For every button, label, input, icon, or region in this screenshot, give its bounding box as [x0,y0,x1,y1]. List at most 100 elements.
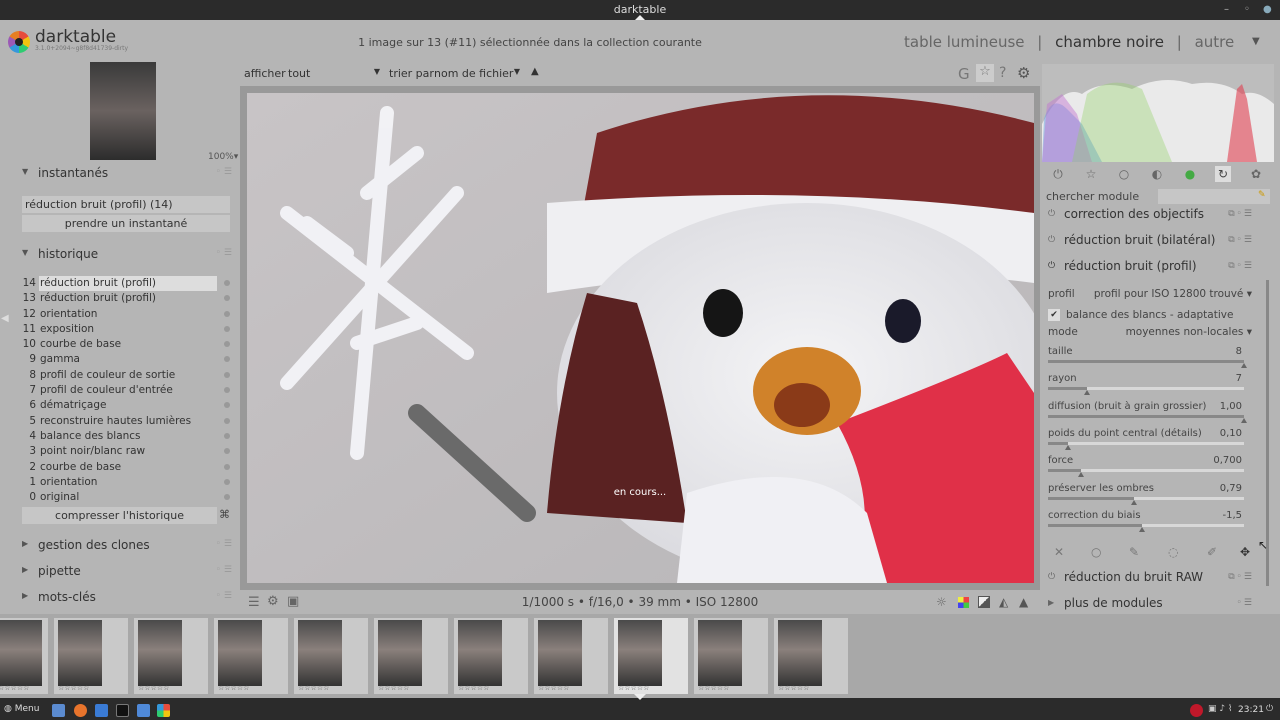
module-search-input[interactable] [1158,189,1270,204]
power-menu-icon[interactable]: ⏻ [1266,704,1273,714]
zoom-level[interactable]: 100%▾ [208,152,238,162]
filmstrip-thumbnail[interactable]: ☆☆☆☆☆ [774,618,848,694]
filmstrip-thumbnail[interactable]: ☆☆☆☆☆ [294,618,368,694]
histogram[interactable] [1042,64,1274,162]
star-rating-icon[interactable]: ☆☆☆☆☆ [138,684,169,692]
power-icon[interactable]: ⏻ [1048,209,1055,219]
history-item[interactable]: 8 profil de couleur de sortie [22,368,232,383]
tone-group-icon[interactable]: ◐ [1149,166,1165,182]
presets-icon[interactable]: ⚙ [267,594,279,609]
module-actions-icons[interactable]: ◦☰ [1237,598,1254,608]
history-item[interactable]: 11 exposition [22,322,232,337]
history-item[interactable]: 2 courbe de base [22,460,232,475]
section-reset-icon[interactable]: ◦ ☰ [216,591,232,601]
star-rating-icon[interactable]: ☆☆☆☆☆ [378,684,409,692]
power-icon[interactable]: ⏻ [1048,261,1055,271]
filmstrip-thumbnail[interactable]: ☆☆☆☆☆ [134,618,208,694]
gamut-check-icon[interactable]: ◭ [999,595,1008,609]
filmstrip-thumbnail[interactable]: ☆☆☆☆☆ [694,618,768,694]
slider-marker-icon[interactable] [1241,417,1247,423]
param-slider[interactable]: diffusion (bruit à grain grossier) 1,00 [1048,401,1247,427]
second-window-icon[interactable]: ▣ [287,594,299,609]
slider-marker-icon[interactable] [1064,444,1071,450]
param-slider[interactable]: taille 8 [1048,346,1247,372]
warning-icon[interactable]: ▲ [1019,595,1028,609]
grouping-icon[interactable]: G [958,65,970,83]
slider-marker-icon[interactable] [1084,390,1091,396]
search-clear-icon[interactable]: ✎ [1258,190,1266,200]
power-icon[interactable]: ⏻ [1048,572,1055,582]
basic-group-icon[interactable]: ○ [1116,166,1132,182]
filmstrip-thumbnail[interactable]: ☆☆☆☆☆ [454,618,528,694]
history-item[interactable]: 3 point noir/blanc raw [22,444,232,459]
tray-icons[interactable]: ▣ ♪ ⌇ [1208,704,1232,714]
section-reset-icon[interactable]: ◦ ☰ [216,167,232,177]
favorites-icon[interactable]: ☆ [1083,166,1099,182]
section-reset-icon[interactable]: ◦ ☰ [216,565,232,575]
view-other[interactable]: autre [1195,33,1235,51]
module-denoise-bilateral[interactable]: ⏻ réduction bruit (bilatéral) ⧉◦☰ [1042,229,1264,253]
slider-track[interactable] [1048,496,1244,500]
star-rating-icon[interactable]: ☆☆☆☆☆ [298,684,329,692]
filmstrip-thumbnail[interactable]: ☆☆☆☆☆ [54,618,128,694]
active-modules-icon[interactable]: ⏻ [1050,166,1066,182]
maximize-icon[interactable]: ◦ [1244,0,1250,20]
section-history[interactable]: ▼ historique ◦ ☰ [16,245,238,265]
star-rating-icon[interactable]: ☆☆☆☆☆ [538,684,569,692]
quick-access-icon[interactable]: ☰ [248,595,260,610]
history-item[interactable]: 1 orientation [22,475,232,490]
slider-marker-icon[interactable] [1139,526,1146,532]
files-icon[interactable] [52,704,65,717]
blend-off-icon[interactable]: ✕ [1054,545,1064,559]
view-lighttable[interactable]: table lumineuse [904,33,1025,51]
center-image[interactable] [247,93,1034,583]
filmstrip-thumbnail[interactable]: ☆☆☆☆☆ [0,618,48,694]
bulb-icon[interactable]: ☼ [936,595,947,609]
module-actions-icons[interactable]: ⧉◦☰ [1228,209,1254,219]
module-raw-denoise[interactable]: ⏻ réduction du bruit RAW ⧉◦☰ [1042,566,1264,590]
color-group-icon[interactable]: ● [1182,166,1198,182]
history-item[interactable]: 13 réduction bruit (profil) [22,291,232,306]
star-rating-icon[interactable]: ☆☆☆☆☆ [0,684,29,692]
history-item[interactable]: 0 original [22,490,232,505]
left-panel-toggle-icon[interactable]: ◀ [1,313,9,324]
mode-combobox[interactable]: mode moyennes non-locales ▾ [1048,326,1254,342]
star-overlay-icon[interactable]: ☆ [976,64,994,82]
module-denoise-profiled[interactable]: ⏻ réduction bruit (profil) ⧉◦☰ [1042,255,1264,279]
os-menu-button[interactable]: ◍ Menu [4,704,39,714]
section-tagging[interactable]: ▶ mots-clés ◦ ☰ [16,588,238,608]
section-color-picker[interactable]: ▶ pipette ◦ ☰ [16,562,238,582]
drawn-mask-icon[interactable]: ✎ [1129,545,1139,559]
history-item[interactable]: 5 reconstruire hautes lumières [22,414,232,429]
slider-track[interactable] [1048,360,1244,363]
history-create-style-icon[interactable]: ⌘ [219,508,230,521]
star-rating-icon[interactable]: ☆☆☆☆☆ [58,684,89,692]
history-item[interactable]: 7 profil de couleur d'entrée [22,383,232,398]
param-slider[interactable]: rayon 7 [1048,373,1244,399]
chevron-down-icon[interactable]: ▼ [1252,36,1260,47]
darktable-task-icon[interactable] [157,704,170,717]
history-item[interactable]: 14 réduction bruit (profil) [22,276,232,291]
show-filter-dropdown[interactable]: tout ▼ [288,67,380,80]
sort-order-icon[interactable]: ▲ [531,66,539,77]
filmstrip-thumbnail[interactable]: ☆☆☆☆☆ [614,618,688,694]
effects-group-icon[interactable]: ✿ [1248,166,1264,182]
color-assessment-icon[interactable] [958,597,969,608]
drawn-parametric-mask-icon[interactable]: ✥ [1240,545,1250,559]
module-actions-icons[interactable]: ⧉◦☰ [1228,572,1254,582]
navigation-thumbnail[interactable] [90,62,156,160]
parametric-mask-icon[interactable]: ◌ [1168,545,1178,559]
param-slider[interactable]: correction du biais -1,5 [1048,510,1244,536]
minimize-icon[interactable]: – [1224,0,1229,20]
module-actions-icons[interactable]: ⧉◦☰ [1228,235,1254,245]
filmstrip-thumbnail[interactable]: ☆☆☆☆☆ [214,618,288,694]
compress-history-button[interactable]: compresser l'historique [22,507,217,524]
close-icon[interactable]: ● [1263,0,1272,20]
filmstrip-thumbnail[interactable]: ☆☆☆☆☆ [374,618,448,694]
sort-dropdown[interactable]: nom de fichier ▼ [434,67,520,80]
section-duplicate-manager[interactable]: ▶ gestion des clones ◦ ☰ [16,536,238,556]
slider-marker-icon[interactable] [1241,363,1247,368]
star-rating-icon[interactable]: ☆☆☆☆☆ [618,684,649,692]
raster-mask-icon[interactable]: ✐ [1207,545,1217,559]
blend-uniform-icon[interactable]: ○ [1091,545,1101,559]
